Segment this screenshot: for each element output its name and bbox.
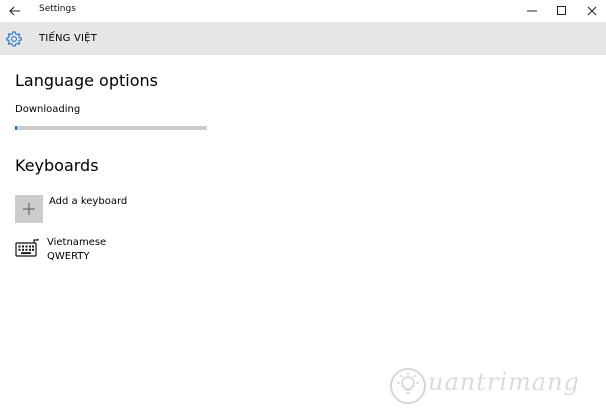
gear-icon [6,31,22,47]
window-title: Settings [39,4,76,14]
keyboards-heading: Keyboards [15,156,99,175]
minimize-button[interactable] [517,0,547,22]
keyboard-name: Vietnamese [47,237,107,248]
language-options-heading: Language options [15,71,158,90]
download-progress-bar [15,126,207,130]
add-keyboard-button[interactable] [15,195,43,223]
watermark-logo: uantrimang [388,364,598,408]
keyboard-layout: QWERTY [47,251,90,262]
close-icon [587,6,597,16]
keyboard-list-item[interactable]: Vietnamese QWERTY [15,236,215,268]
plus-icon [23,203,35,215]
minimize-icon [527,10,537,12]
maximize-button[interactable] [547,0,577,22]
close-button[interactable] [577,0,606,22]
settings-window: Settings TIẾNG VIỆT Language options Dow… [0,0,606,410]
lightbulb-icon [390,368,426,404]
page-title: TIẾNG VIỆT [39,33,98,44]
add-keyboard-label[interactable]: Add a keyboard [49,196,127,207]
watermark-text: uantrimang [428,368,580,396]
title-bar: Settings [0,0,606,22]
maximize-icon [557,6,566,15]
page-header: TIẾNG VIỆT [0,22,606,55]
back-arrow-icon [9,6,20,16]
back-button[interactable] [0,0,30,22]
keyboard-icon [15,238,39,257]
download-progress-fill [15,126,17,130]
download-status-label: Downloading [15,104,81,115]
